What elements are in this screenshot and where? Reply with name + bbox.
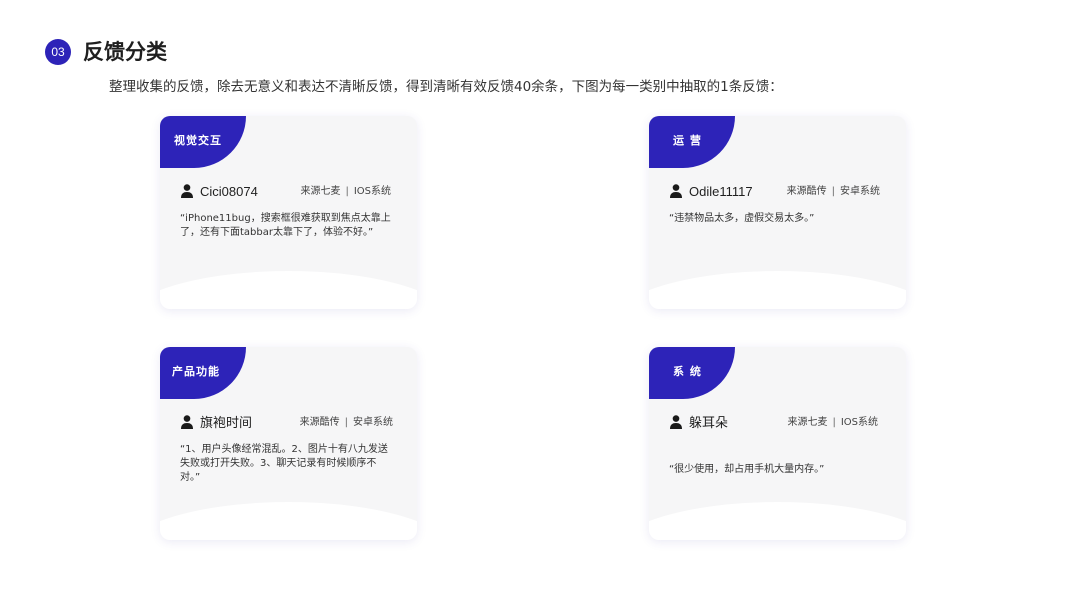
user-icon bbox=[181, 184, 193, 198]
source-info: 来源酷传 | 安卓系统 bbox=[299, 417, 393, 428]
system-label: IOS系统 bbox=[353, 186, 391, 197]
user-name: 躲耳朵 bbox=[689, 415, 729, 430]
category-label: 视觉交互 bbox=[174, 134, 222, 147]
feedback-card-visual-interaction: 视觉交互 Cici08074 来源七麦 | IOS系统 “iPhone11bug，搜… bbox=[160, 116, 417, 309]
feedback-card-product-features: 产品功能 旗袍时间 来源酷传 | 安卓系统 “1、用户头像经常混乱。2、图片十有八九… bbox=[160, 347, 417, 540]
page-title: 反馈分类 bbox=[83, 40, 167, 64]
section-number-badge: 03 bbox=[45, 39, 71, 65]
user-row: 旗袍时间 来源酷传 | 安卓系统 bbox=[181, 413, 393, 433]
source-label: 来源七麦 bbox=[787, 417, 828, 428]
feedback-quote: “违禁物品太多，虚假交易太多。” bbox=[669, 213, 815, 224]
user-icon bbox=[181, 415, 193, 429]
user-row: 躲耳朵 来源七麦 | IOS系统 bbox=[670, 413, 878, 433]
user-icon bbox=[670, 184, 682, 198]
source-label: 来源酷传 bbox=[299, 417, 340, 428]
user-name: Odile11117 bbox=[689, 184, 753, 199]
category-label: 系 统 bbox=[673, 365, 702, 378]
category-tag: 产品功能 bbox=[160, 347, 246, 399]
system-label: 安卓系统 bbox=[840, 186, 880, 197]
source-label: 来源七麦 bbox=[300, 186, 341, 197]
system-label: 安卓系统 bbox=[353, 417, 393, 428]
user-row: Cici08074 来源七麦 | IOS系统 bbox=[181, 182, 391, 202]
user-icon bbox=[670, 415, 682, 429]
feedback-quote: “iPhone11bug，搜索框很难获取到焦点太靠上了，还有下面tabbar太靠… bbox=[180, 213, 391, 238]
intro-text: 整理收集的反馈，除去无意义和表达不清晰反馈，得到清晰有效反馈40余条，下图为每一… bbox=[109, 79, 783, 95]
category-label: 产品功能 bbox=[172, 365, 220, 378]
user-row: Odile11117 来源酷传 | 安卓系统 bbox=[670, 182, 880, 202]
user-name: 旗袍时间 bbox=[200, 415, 253, 430]
category-tag: 运 营 bbox=[649, 116, 735, 168]
card-wave-decoration bbox=[649, 502, 906, 540]
source-info: 来源七麦 | IOS系统 bbox=[300, 186, 391, 197]
card-wave-decoration bbox=[160, 502, 417, 540]
category-tag: 系 统 bbox=[649, 347, 735, 399]
card-wave-decoration bbox=[649, 271, 906, 309]
source-info: 来源七麦 | IOS系统 bbox=[787, 417, 878, 428]
card-wave-decoration bbox=[160, 271, 417, 309]
source-info: 来源酷传 | 安卓系统 bbox=[786, 186, 880, 197]
feedback-card-system: 系 统 躲耳朵 来源七麦 | IOS系统 “很少使用，却占用手机大量内存。” bbox=[649, 347, 906, 540]
feedback-quote: “很少使用，却占用手机大量内存。” bbox=[669, 464, 825, 475]
category-tag: 视觉交互 bbox=[160, 116, 246, 168]
feedback-quote: “1、用户头像经常混乱。2、图片十有八九发送失败或打开失败。3、聊天记录有时候顺… bbox=[180, 444, 388, 483]
feedback-card-operations: 运 营 Odile11117 来源酷传 | 安卓系统 “违禁物品太多，虚假交易太多。… bbox=[649, 116, 906, 309]
user-name: Cici08074 bbox=[200, 184, 258, 199]
system-label: IOS系统 bbox=[840, 417, 878, 428]
source-label: 来源酷传 bbox=[786, 186, 827, 197]
category-label: 运 营 bbox=[673, 134, 702, 147]
